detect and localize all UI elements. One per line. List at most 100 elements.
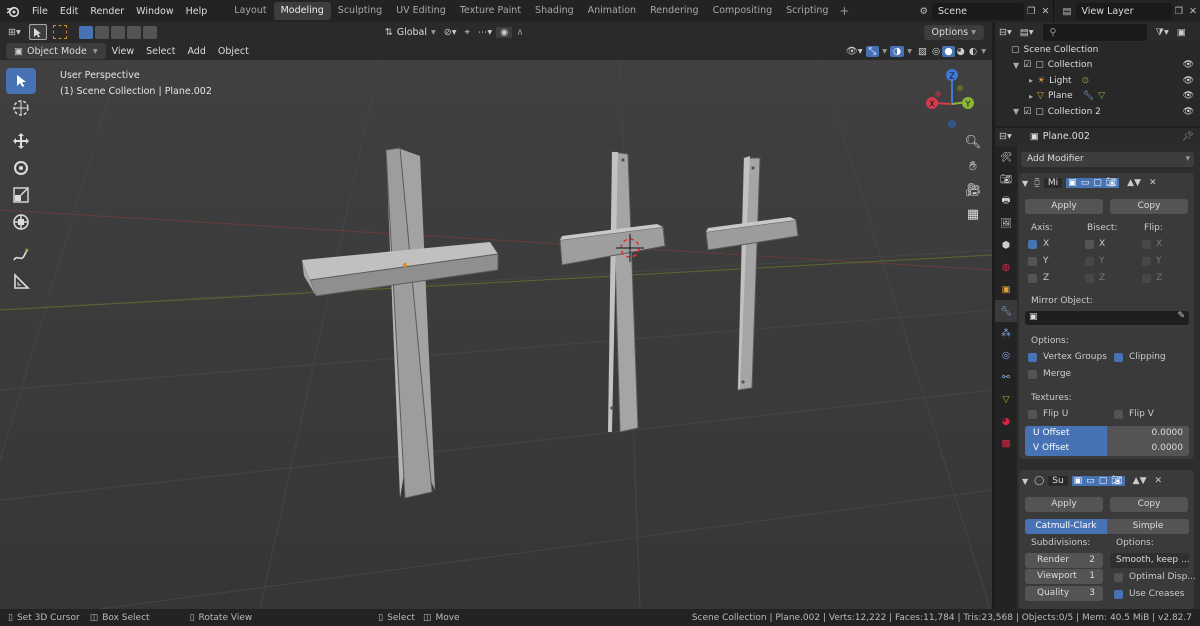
show-viewport-icon[interactable]: ▢ — [1096, 476, 1110, 486]
cursor-tool-icon[interactable] — [6, 95, 36, 121]
pivot-point-icon[interactable]: ⊘▾ — [440, 27, 461, 38]
subsurf-name-field[interactable]: Su — [1048, 476, 1068, 486]
select-tool-button[interactable] — [28, 24, 47, 40]
edit-mode-cage-icon[interactable]: ▣ — [1071, 476, 1085, 486]
overlay-toggle-icon[interactable]: ◑ — [889, 45, 905, 57]
remove-modifier-icon[interactable]: ✕ — [1141, 178, 1157, 188]
transform-tool-icon[interactable] — [6, 209, 36, 235]
use-creases-checkbox[interactable] — [1114, 590, 1123, 599]
tab-layout[interactable]: Layout — [227, 2, 273, 20]
proportional-edit-icon[interactable]: ◉ — [496, 26, 513, 38]
properties-editor-type-icon[interactable]: ⊟▾ — [995, 131, 1016, 142]
zoom-icon[interactable]: 🔍︎ — [962, 135, 984, 159]
outliner-row-collection-2[interactable]: ▼ ☑ ▢ Collection 2 👁 — [995, 104, 1200, 120]
viewport-3d[interactable]: Z Y X User Perspective (1) Scene Collect… — [0, 60, 992, 609]
data-tab-icon[interactable]: ▽ — [995, 388, 1017, 410]
measure-tool-icon[interactable] — [6, 269, 36, 295]
checkbox-icon[interactable]: ☑ — [1023, 60, 1035, 70]
outliner-display-mode-icon[interactable]: ▤▾ — [1016, 27, 1038, 38]
expand-icon[interactable]: ▼ — [1013, 61, 1023, 70]
menu-render[interactable]: Render — [84, 6, 130, 17]
add-modifier-dropdown[interactable]: Add Modifier ▾ — [1021, 152, 1194, 167]
visibility-eye-icon[interactable]: 👁 — [1183, 76, 1194, 86]
outliner-row-light[interactable]: ▸ ☀ Light ⊙ 👁 — [995, 73, 1200, 89]
show-in-editmode-icon[interactable]: ▭ — [1084, 476, 1097, 486]
subsurf-apply-button[interactable]: Apply — [1025, 497, 1103, 512]
mirror-apply-button[interactable]: Apply — [1025, 199, 1103, 214]
flip-v-checkbox[interactable] — [1114, 410, 1123, 419]
dashed-select-icon[interactable] — [52, 25, 67, 39]
flip-z-checkbox[interactable] — [1142, 274, 1151, 283]
mirror-object-field[interactable]: ▣ ✎ — [1025, 311, 1189, 325]
filter-icon[interactable]: ⧩▾ — [1147, 27, 1172, 38]
menu-help[interactable]: Help — [180, 6, 214, 17]
flip-u-checkbox[interactable] — [1028, 410, 1037, 419]
transform-orientation-dropdown[interactable]: Global — [397, 27, 427, 38]
vertex-groups-checkbox[interactable] — [1028, 353, 1037, 362]
light-data-icon[interactable]: ⊙ — [1072, 76, 1090, 86]
show-render-icon[interactable]: 📷︎ — [1103, 178, 1120, 188]
mesh-data-icon[interactable]: ▽ — [1094, 91, 1105, 101]
tab-uv-editing[interactable]: UV Editing — [389, 2, 453, 20]
select-mode-new-button[interactable] — [78, 25, 93, 39]
bisect-z-checkbox[interactable] — [1085, 274, 1094, 283]
flip-x-checkbox[interactable] — [1142, 240, 1151, 249]
snap-icon[interactable]: ⌖ — [461, 27, 474, 38]
options-dropdown[interactable]: Options ▾ — [923, 24, 984, 40]
eyedropper-icon[interactable]: ✎ — [1177, 311, 1185, 321]
camera-view-icon[interactable]: 🎥︎ — [962, 183, 984, 207]
material-tab-icon[interactable]: ◕ — [995, 410, 1017, 432]
texture-tab-icon[interactable]: ▩ — [995, 432, 1017, 454]
tool-tab-icon[interactable]: 🛠︎ — [995, 146, 1017, 168]
u-offset-slider[interactable]: U Offset 0.0000 — [1025, 426, 1189, 441]
uv-smooth-dropdown[interactable]: Smooth, keep ... — [1110, 553, 1189, 568]
tab-sculpting[interactable]: Sculpting — [331, 2, 389, 20]
menu-view[interactable]: View — [106, 46, 141, 57]
show-in-editmode-icon[interactable]: ▭ — [1078, 178, 1092, 188]
move-down-icon[interactable]: ▼ — [1134, 178, 1141, 188]
modifier-tab-icon[interactable]: 🔧︎ — [995, 300, 1017, 322]
move-tool-icon[interactable] — [6, 128, 36, 154]
mirror-name-field[interactable]: Mi — [1043, 178, 1063, 188]
modifier-wrench-icon[interactable]: 🔧︎ — [1073, 91, 1094, 101]
visibility-icon[interactable]: 👁▾ — [843, 46, 866, 57]
particles-tab-icon[interactable]: ⁂ — [995, 322, 1017, 344]
scene-field[interactable]: Scene — [932, 2, 1025, 20]
bisect-x-checkbox[interactable] — [1085, 240, 1094, 249]
mirror-copy-button[interactable]: Copy — [1110, 199, 1188, 214]
pin-icon[interactable]: 📌︎ — [1182, 131, 1200, 142]
constraints-tab-icon[interactable]: ⚯ — [995, 366, 1017, 388]
scene-tab-icon[interactable]: ⬢ — [995, 234, 1017, 256]
rendered-shading-icon[interactable]: ◐ — [967, 46, 979, 57]
visibility-eye-icon[interactable]: 👁 — [1183, 60, 1194, 70]
collapse-icon[interactable]: ▼ — [1022, 477, 1034, 486]
quality-field[interactable]: Quality 3 — [1025, 586, 1103, 601]
v-offset-slider[interactable]: V Offset 0.0000 — [1025, 441, 1189, 456]
expand-icon[interactable]: ▼ — [1013, 107, 1023, 116]
edit-mode-cage-icon[interactable]: ▣ — [1066, 178, 1079, 188]
pan-hand-icon[interactable]: ✋︎ — [962, 159, 984, 183]
outliner-row-plane[interactable]: ▸ ▽ Plane 🔧︎ ▽ 👁 — [995, 89, 1200, 105]
menu-add[interactable]: Add — [181, 46, 211, 57]
tab-compositing[interactable]: Compositing — [706, 2, 780, 20]
render-levels-field[interactable]: Render 2 — [1025, 553, 1103, 568]
delete-view-layer-icon[interactable]: ✕ — [1186, 6, 1200, 17]
shading-options-icon[interactable]: ▾ — [979, 46, 992, 57]
flip-y-checkbox[interactable] — [1142, 257, 1151, 266]
bisect-y-checkbox[interactable] — [1085, 257, 1094, 266]
viewport-levels-field[interactable]: Viewport 1 — [1025, 569, 1103, 584]
object-tab-icon[interactable]: ▣ — [995, 278, 1017, 300]
menu-file[interactable]: File — [26, 6, 54, 17]
falloff-icon[interactable]: ∧ — [512, 27, 527, 38]
add-workspace-icon[interactable]: + — [835, 4, 853, 18]
tab-scripting[interactable]: Scripting — [779, 2, 835, 20]
remove-modifier-icon[interactable]: ✕ — [1146, 476, 1162, 486]
wireframe-shading-icon[interactable]: ◎ — [930, 46, 942, 57]
view-layer-tab-icon[interactable]: 🖼︎ — [995, 212, 1017, 234]
new-collection-icon[interactable]: ▣ — [1173, 27, 1190, 38]
clipping-checkbox[interactable] — [1114, 353, 1123, 362]
tab-shading[interactable]: Shading — [528, 2, 581, 20]
select-mode-invert-button[interactable] — [126, 25, 141, 39]
catmull-clark-button[interactable]: Catmull-Clark — [1025, 519, 1107, 534]
editor-type-icon[interactable]: ⊞▾ — [0, 27, 29, 38]
